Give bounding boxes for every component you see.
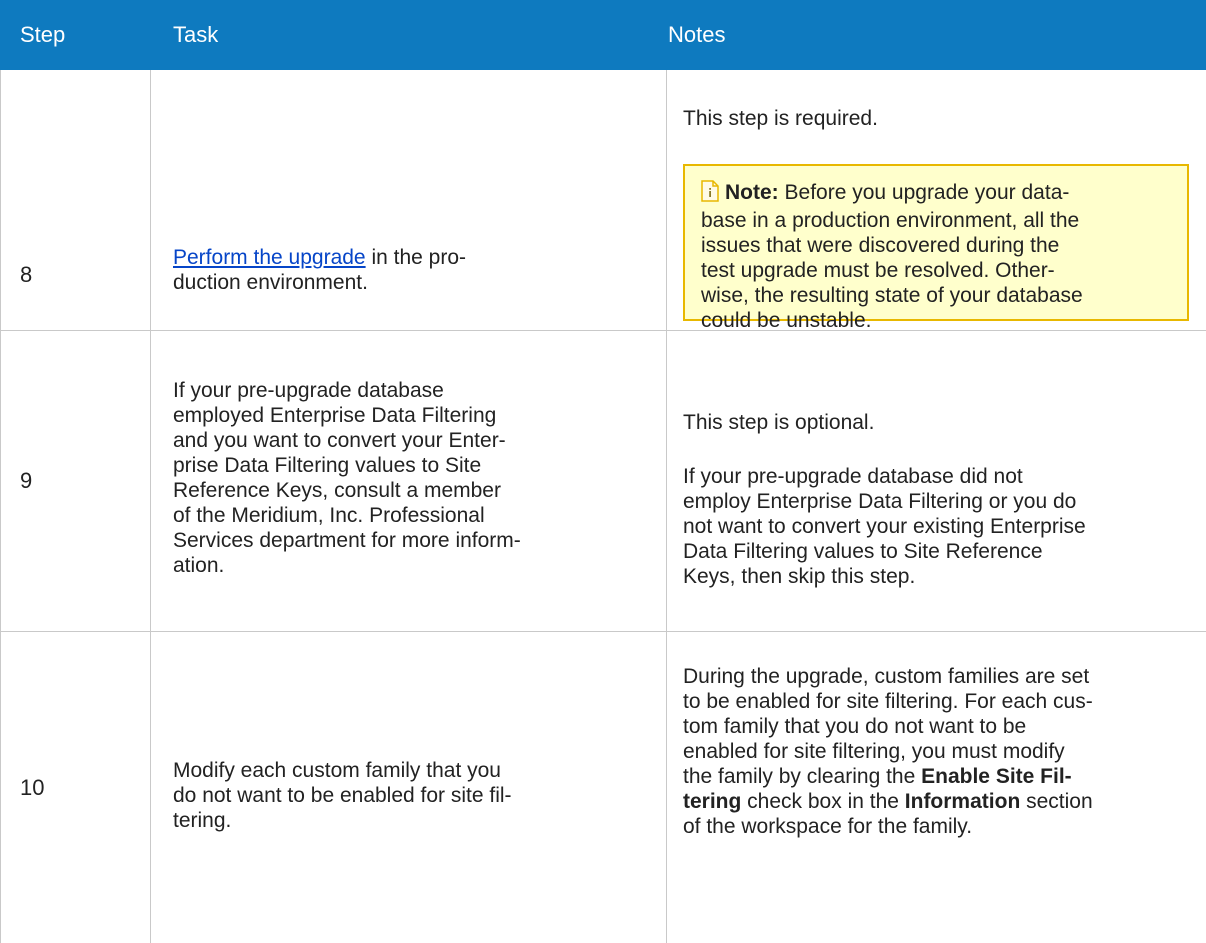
- column-divider-notes: [666, 70, 667, 943]
- header-step: Step: [20, 22, 66, 47]
- upgrade-steps-table: Step Task Notes 8 Perform the upgrade in…: [0, 0, 1206, 943]
- task-text: ation.: [173, 554, 225, 577]
- task-text: prise Data Filtering values to Site: [173, 454, 482, 477]
- notes-line: If your pre-upgrade database did not: [683, 465, 1023, 488]
- task-text: of the Meridium, Inc. Professional: [173, 504, 485, 527]
- information-section-label: Information: [904, 790, 1021, 813]
- task-text: Reference Keys, consult a member: [173, 479, 501, 502]
- perform-upgrade-link[interactable]: Perform the upgrade: [173, 246, 366, 269]
- task-text: and you want to convert your Enter-: [173, 429, 506, 452]
- enable-site-filtering-label: Enable Site Fil-: [921, 765, 1072, 788]
- notes-line: the family by clearing the: [683, 765, 922, 788]
- note-line: wise, the resulting state of your databa…: [701, 284, 1083, 307]
- notes-text-10: During the upgrade, custom families are …: [683, 664, 1203, 839]
- step-number-8: 8: [20, 262, 33, 287]
- task-text: tering.: [173, 809, 232, 832]
- task-cell-8: Perform the upgrade in the pro- duction …: [173, 245, 653, 295]
- notes-line: not want to convert your existing Enterp…: [683, 515, 1086, 538]
- notes-line: check box in the: [741, 790, 905, 813]
- note-line: test upgrade must be resolved. Other-: [701, 259, 1055, 282]
- step-number-10: 10: [20, 775, 45, 800]
- task-text: Services department for more inform-: [173, 529, 521, 552]
- notes-line: employ Enterprise Data Filtering or you …: [683, 490, 1077, 513]
- row-divider-9-10: [0, 631, 1206, 632]
- task-text: duction environment.: [173, 271, 368, 294]
- task-text: in the pro-: [365, 246, 466, 269]
- note-line: base in a production environment, all th…: [701, 209, 1080, 232]
- column-divider-task: [150, 70, 151, 943]
- task-text: If your pre-upgrade database: [173, 379, 444, 402]
- notes-text-9-p2: If your pre-upgrade database did not emp…: [683, 464, 1193, 589]
- enable-site-filtering-label-cont: tering: [683, 790, 742, 813]
- note-line: Before you upgrade your data-: [778, 181, 1070, 204]
- task-cell-10: Modify each custom family that you do no…: [173, 758, 653, 833]
- task-text: do not want to be enabled for site fil-: [173, 784, 512, 807]
- note-document-icon: [701, 180, 719, 208]
- table-header-row: Step Task Notes: [0, 0, 1206, 70]
- task-text: employed Enterprise Data Filtering: [173, 404, 497, 427]
- note-callout: Note: Before you upgrade your data- base…: [683, 164, 1189, 332]
- notes-text-9-p1: This step is optional.: [683, 411, 875, 434]
- header-notes: Notes: [668, 22, 726, 47]
- notes-line: tom family that you do not want to be: [683, 715, 1027, 738]
- task-cell-9: If your pre-upgrade database employed En…: [173, 378, 653, 578]
- notes-line: Keys, then skip this step.: [683, 565, 916, 588]
- note-line: issues that were discovered during the: [701, 234, 1060, 257]
- notes-line: to be enabled for site filtering. For ea…: [683, 690, 1093, 713]
- task-text: Modify each custom family that you: [173, 759, 501, 782]
- notes-line: During the upgrade, custom families are …: [683, 665, 1090, 688]
- notes-line: of the workspace for the family.: [683, 815, 973, 838]
- notes-line: section: [1020, 790, 1093, 813]
- notes-line: Data Filtering values to Site Reference: [683, 540, 1043, 563]
- note-label: Note:: [725, 181, 779, 204]
- header-task: Task: [173, 22, 219, 47]
- notes-line: enabled for site filtering, you must mod…: [683, 740, 1065, 763]
- note-line: could be unstable.: [701, 309, 872, 332]
- step-number-9: 9: [20, 468, 33, 493]
- table-border-left: [0, 70, 1, 943]
- notes-text-8: This step is required.: [683, 107, 878, 130]
